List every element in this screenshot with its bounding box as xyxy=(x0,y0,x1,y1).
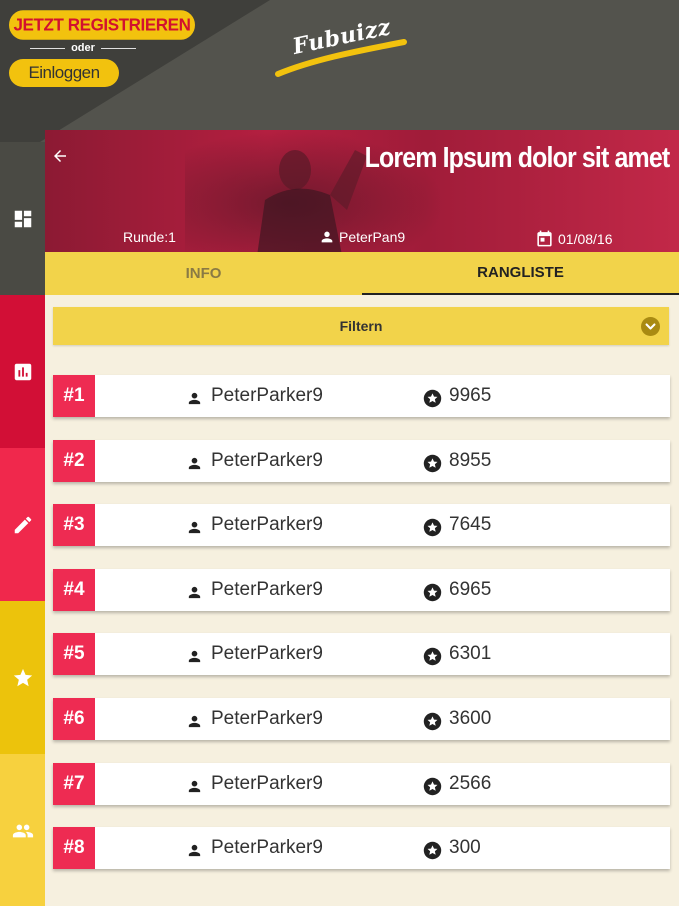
person-icon xyxy=(188,586,201,598)
pencil-icon xyxy=(14,516,31,533)
rank-score: 2566 xyxy=(449,772,492,794)
rank-user-name: PeterParker9 xyxy=(211,837,323,859)
tab-bar: INFO RANGLISTE xyxy=(45,252,679,295)
rank-score: 300 xyxy=(449,837,481,859)
star-badge-icon xyxy=(423,712,442,731)
person-icon xyxy=(188,651,201,663)
ranking-row[interactable]: #6 PeterParker9 3600 xyxy=(53,697,670,740)
dashboard-icon xyxy=(14,210,31,227)
person-icon xyxy=(321,231,333,243)
event-title: Lorem Ipsum dolor sit amet xyxy=(364,142,670,174)
ranking-row[interactable]: #1 PeterParker9 9965 xyxy=(53,375,670,417)
star-badge-icon xyxy=(423,648,442,666)
rank-user-name: PeterParker9 xyxy=(211,578,323,600)
ranking-row[interactable]: #3 PeterParker9 7645 xyxy=(53,504,670,547)
ranking-row[interactable]: #2 PeterParker9 8955 xyxy=(53,439,670,482)
rank-score: 3600 xyxy=(449,707,492,729)
login-button[interactable]: Einloggen xyxy=(9,59,119,87)
rank-score: 9965 xyxy=(449,385,492,406)
star-badge-icon xyxy=(423,389,442,408)
back-arrow-icon[interactable] xyxy=(51,147,69,165)
rank-position: #4 xyxy=(53,568,95,611)
rank-position: #1 xyxy=(53,375,95,417)
sidebar-item-statistics[interactable] xyxy=(0,295,45,448)
rank-position: #7 xyxy=(53,762,95,805)
register-button[interactable]: JETZT REGISTRIEREN xyxy=(9,10,195,40)
event-hero: Lorem Ipsum dolor sit amet Runde:1 Peter… xyxy=(45,130,679,252)
sidebar-item-edit[interactable] xyxy=(0,448,45,601)
star-badge-icon xyxy=(423,454,442,472)
round-info: Runde:1 xyxy=(123,229,176,245)
sidebar-nav xyxy=(0,142,45,906)
person-icon xyxy=(188,392,201,405)
person-icon xyxy=(188,780,201,792)
person-icon xyxy=(188,457,201,469)
rank-score: 6301 xyxy=(449,643,492,665)
rank-user-name: PeterParker9 xyxy=(211,385,323,406)
ranking-row[interactable]: #4 PeterParker9 6965 xyxy=(53,568,670,611)
top-header: JETZT REGISTRIEREN oder Einloggen Fubuiz… xyxy=(0,0,679,142)
rank-user-name: PeterParker9 xyxy=(211,772,323,794)
ranking-row[interactable]: #5 PeterParker9 6301 xyxy=(53,633,670,676)
ranking-list: #1 PeterParker9 9965 #2 PeterParker9 895… xyxy=(53,375,670,892)
sidebar-item-dashboard[interactable] xyxy=(0,142,45,295)
bar-chart-icon xyxy=(14,363,31,380)
event-date-text: 01/08/16 xyxy=(558,230,613,247)
star-badge-icon xyxy=(423,583,442,601)
star-badge-icon xyxy=(423,518,442,537)
event-user: PeterPan9 xyxy=(319,229,405,245)
ranking-row[interactable]: #8 PeterParker9 300 xyxy=(53,827,670,870)
sidebar-item-favorites[interactable] xyxy=(0,601,45,754)
group-icon xyxy=(12,824,33,837)
rank-position: #3 xyxy=(53,504,95,547)
chevron-down-icon[interactable] xyxy=(641,317,660,336)
star-badge-icon xyxy=(423,777,442,795)
rank-score: 8955 xyxy=(449,449,492,471)
person-icon xyxy=(188,844,201,857)
or-divider: oder xyxy=(30,41,136,55)
rank-position: #8 xyxy=(53,827,95,870)
rank-position: #2 xyxy=(53,439,95,482)
person-icon xyxy=(188,715,201,728)
rank-score: 6965 xyxy=(449,578,492,600)
star-icon xyxy=(13,668,32,686)
ranking-row[interactable]: #7 PeterParker9 2566 xyxy=(53,762,670,805)
rank-user-name: PeterParker9 xyxy=(211,449,323,471)
sidebar-item-friends[interactable] xyxy=(0,754,45,906)
app-logo[interactable]: Fubuizz xyxy=(272,12,412,82)
rank-user-name: PeterParker9 xyxy=(211,707,323,729)
rank-position: #5 xyxy=(53,633,95,676)
rank-position: #6 xyxy=(53,697,95,740)
tab-info[interactable]: INFO xyxy=(45,252,362,295)
calendar-icon xyxy=(537,230,552,247)
event-date: 01/08/16 xyxy=(535,229,613,248)
tab-rangliste[interactable]: RANGLISTE xyxy=(362,252,679,295)
round-label: Runde:1 xyxy=(123,229,176,245)
rank-score: 7645 xyxy=(449,514,492,536)
rank-user-name: PeterParker9 xyxy=(211,643,323,665)
filter-dropdown[interactable]: Filtern xyxy=(53,307,669,345)
person-icon xyxy=(188,522,201,534)
star-badge-icon xyxy=(423,841,442,860)
filter-label: Filtern xyxy=(339,318,383,334)
event-user-name: PeterPan9 xyxy=(339,229,406,245)
or-label: oder xyxy=(71,42,95,54)
rank-user-name: PeterParker9 xyxy=(211,514,323,536)
